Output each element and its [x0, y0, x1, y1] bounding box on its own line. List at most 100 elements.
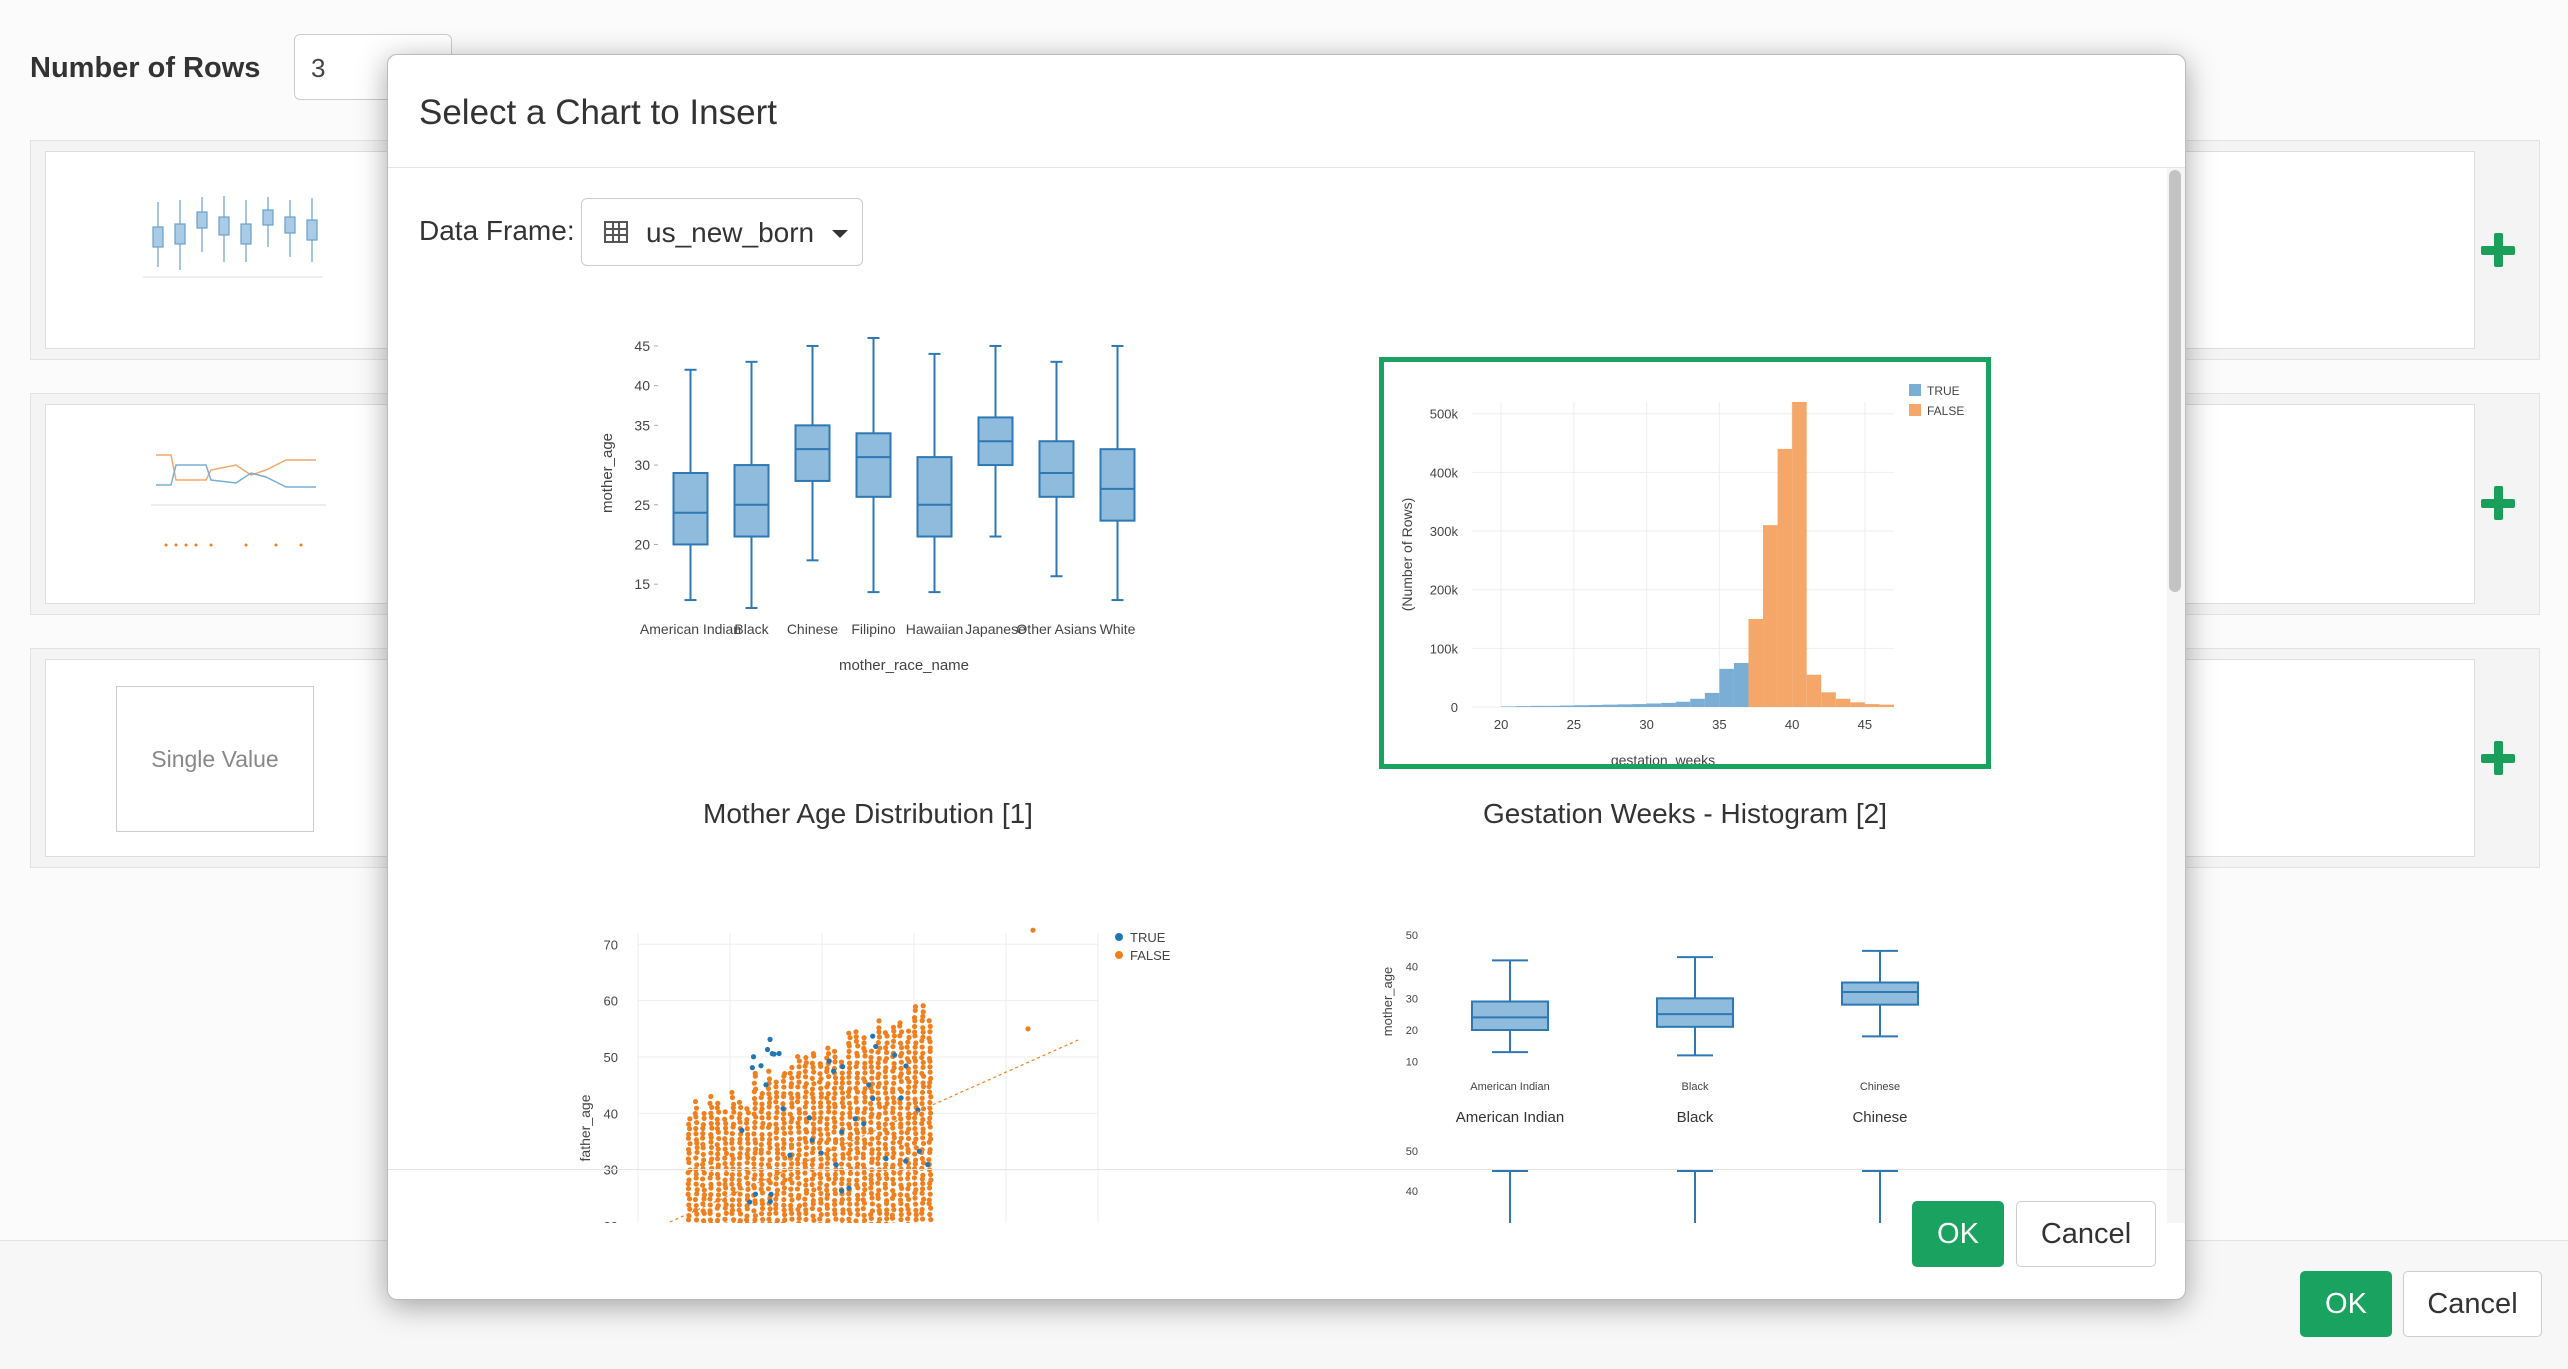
- plot-area: [638, 933, 1098, 1223]
- scatter-point: [847, 1202, 852, 1207]
- scatter-point: [773, 1181, 778, 1186]
- dialog-ok-button[interactable]: OK: [1912, 1201, 2004, 1267]
- scatter-point: [876, 1203, 881, 1208]
- thumbnail-boxplot: [118, 182, 368, 322]
- scatter-point: [891, 1146, 896, 1151]
- histogram-bar: [1618, 704, 1633, 707]
- scatter-point: [847, 1061, 852, 1066]
- scatter-point: [700, 1201, 705, 1206]
- page-ok-button[interactable]: OK: [2300, 1271, 2392, 1337]
- scatter-point: [708, 1140, 713, 1145]
- dialog-scrollbar-thumb[interactable]: [2169, 170, 2181, 592]
- scatter-point: [716, 1162, 721, 1167]
- histogram-bar: [1530, 706, 1545, 707]
- scatter-point: [839, 1161, 844, 1166]
- scatter-point: [694, 1162, 699, 1167]
- scatter-point: [906, 1035, 911, 1040]
- scatter-point: [693, 1208, 698, 1213]
- scatter-point: [884, 1080, 889, 1085]
- scatter-point: [855, 1212, 860, 1217]
- add-chart-button-1[interactable]: [2475, 227, 2521, 273]
- scatter-point: [913, 1208, 918, 1213]
- scatter-point: [883, 1030, 888, 1035]
- scatter-point: [890, 1213, 895, 1218]
- scatter-point: [797, 1147, 802, 1152]
- x-tick-label: 40: [1785, 717, 1799, 732]
- scatter-point: [695, 1187, 700, 1192]
- scatter-point: [883, 1192, 888, 1197]
- chart-option-1[interactable]: 15202530354045American IndianBlackChines…: [568, 308, 1168, 688]
- data-frame-select[interactable]: us_new_born: [581, 198, 863, 266]
- add-chart-button-3[interactable]: [2475, 735, 2521, 781]
- x-axis-label: gestation_weeks: [1611, 752, 1715, 764]
- scatter-point: [913, 1131, 918, 1136]
- scatter-point: [898, 1066, 903, 1071]
- scatter-point: [722, 1161, 727, 1166]
- scatter-point: [797, 1058, 802, 1063]
- scatter-point: [731, 1102, 736, 1107]
- y-tick-label: 20: [1406, 1025, 1418, 1037]
- scatter-point: [789, 1095, 794, 1100]
- scatter-point: [753, 1087, 758, 1092]
- y-tick-label: 50: [1406, 930, 1418, 942]
- scatter-point: [875, 1181, 880, 1186]
- scatter-point: [803, 1182, 808, 1187]
- scatter-point: [906, 1085, 911, 1090]
- y-tick-label: 50: [1406, 1146, 1418, 1158]
- scatter-point: [869, 1191, 874, 1196]
- scatter-point: [781, 1197, 786, 1202]
- chart-option-3[interactable]: 203040506070father_ageTRUEFALSE: [538, 923, 1238, 1223]
- scatter-point: [753, 1071, 758, 1076]
- scatter-point: [715, 1172, 720, 1177]
- scatter-point: [729, 1115, 734, 1120]
- scatter-point: [840, 1090, 845, 1095]
- scatter-point: [854, 1034, 859, 1039]
- scatter-point: [723, 1141, 728, 1146]
- scatter-point: [796, 1079, 801, 1084]
- scatter-point: [759, 1182, 764, 1187]
- scatter-point: [818, 1197, 823, 1202]
- scatter-point: [781, 1162, 786, 1167]
- scatter-point: [738, 1105, 743, 1110]
- scatter-point: [750, 1065, 755, 1070]
- scatter-point: [811, 1146, 816, 1151]
- scatter-point: [788, 1130, 793, 1135]
- page-cancel-button[interactable]: Cancel: [2403, 1271, 2542, 1337]
- scatter-point: [855, 1043, 860, 1048]
- scatter-point: [877, 1208, 882, 1213]
- scatter-point: [737, 1137, 742, 1142]
- scatter-point: [921, 1009, 926, 1014]
- scatter-point: [788, 1193, 793, 1198]
- scatter-point: [840, 1137, 845, 1142]
- scatter-point: [855, 1171, 860, 1176]
- scatter-point: [870, 1156, 875, 1161]
- scatter-point: [846, 1122, 851, 1127]
- box: [1472, 1002, 1548, 1031]
- scatter-point: [840, 1071, 845, 1076]
- scatter-point: [694, 1137, 699, 1142]
- scatter-point: [722, 1117, 727, 1122]
- legend-label: FALSE: [1130, 948, 1171, 963]
- scatter-point: [774, 1162, 779, 1167]
- scatter-point: [774, 1176, 779, 1181]
- scatter-point: [898, 1197, 903, 1202]
- histogram-bar: [1821, 692, 1836, 707]
- scatter-point: [781, 1084, 786, 1089]
- scatter-point: [716, 1136, 721, 1141]
- add-chart-button-2[interactable]: [2475, 480, 2521, 526]
- scatter-point: [833, 1137, 838, 1142]
- chart-option-4[interactable]: 1020304050mother_ageAmerican IndianAmeri…: [1368, 923, 1988, 1223]
- scatter-point: [701, 1111, 706, 1116]
- chart-option-2[interactable]: 0100k200k300k400k500k202530354045gestati…: [1379, 357, 1991, 769]
- histogram-chart: 0100k200k300k400k500k202530354045gestati…: [1384, 362, 1986, 764]
- dialog-cancel-button[interactable]: Cancel: [2016, 1201, 2156, 1267]
- scatter-point: [927, 1197, 932, 1202]
- scatter-point: [884, 1096, 889, 1101]
- scatter-point: [877, 1131, 882, 1136]
- y-tick-label: 100k: [1430, 641, 1459, 656]
- x-tick-label: Other Asians: [1016, 621, 1096, 637]
- scatter-point: [824, 1187, 829, 1192]
- scatter-point: [847, 1142, 852, 1147]
- scatter-point: [804, 1090, 809, 1095]
- box: [735, 465, 769, 536]
